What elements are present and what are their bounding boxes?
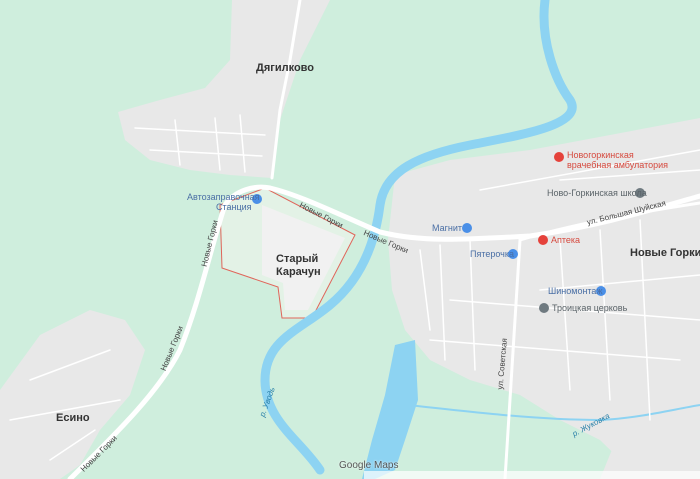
maps-wordmark: Maps	[374, 460, 399, 471]
church-icon[interactable]	[539, 303, 549, 313]
google-maps-logo: Google Maps	[339, 460, 398, 471]
poi-label-church[interactable]: Троицкая церковь	[552, 303, 627, 313]
poi-label-gas-station-line2[interactable]: Станция	[216, 202, 252, 212]
pharmacy-icon[interactable]	[538, 235, 548, 245]
poi-label-pyaterochka[interactable]: Пятерочка	[470, 249, 514, 259]
place-label-stary-karachun-line1: Старый	[276, 253, 319, 265]
google-wordmark: Google	[339, 460, 372, 471]
place-label-dyagilkovo: Дягилково	[256, 62, 315, 74]
hospital-icon[interactable]	[554, 152, 564, 162]
poi-label-tire-service[interactable]: Шиномонтаж	[548, 286, 602, 296]
poi-label-clinic-line2[interactable]: врачебная амбулатория	[567, 160, 668, 170]
map-attribution-bar[interactable]	[364, 471, 700, 479]
poi-label-clinic-line1[interactable]: Новогоркинская	[567, 150, 634, 160]
poi-label-gas-station-line1[interactable]: Автозаправочная	[187, 192, 260, 202]
place-label-esino: Есино	[56, 412, 90, 424]
shopping-cart-icon-magnit[interactable]	[462, 223, 472, 233]
place-label-novye-gorki: Новые Горки	[630, 247, 700, 259]
poi-label-pharmacy[interactable]: Аптека	[551, 235, 580, 245]
place-label-stary-karachun-line2: Карачун	[276, 266, 321, 278]
poi-label-school[interactable]: Ново-Горкинская школа	[547, 188, 647, 198]
poi-label-magnit[interactable]: Магнит	[432, 223, 462, 233]
map-canvas[interactable]	[0, 0, 700, 479]
